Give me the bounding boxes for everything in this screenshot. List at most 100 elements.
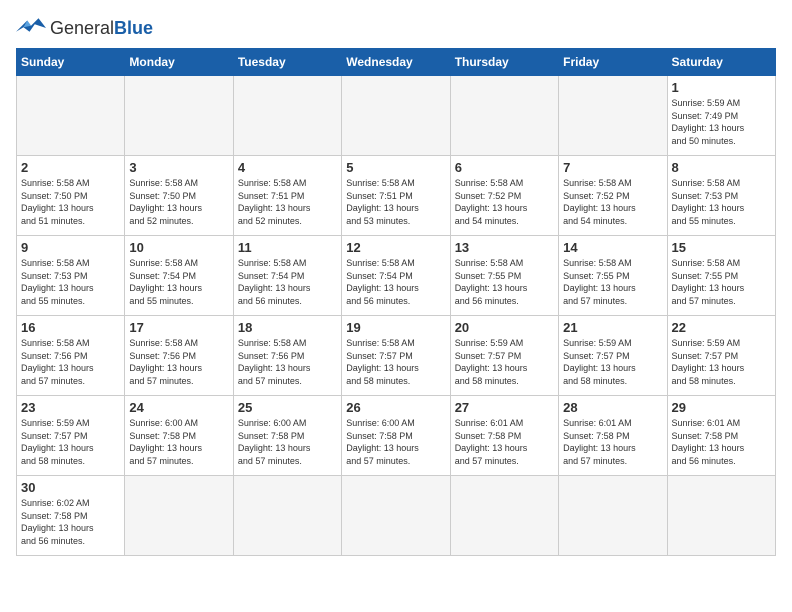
day-number: 26 (346, 400, 445, 415)
day-cell (233, 76, 341, 156)
day-info: Sunrise: 6:00 AM Sunset: 7:58 PM Dayligh… (238, 417, 337, 467)
day-cell: 20Sunrise: 5:59 AM Sunset: 7:57 PM Dayli… (450, 316, 558, 396)
day-info: Sunrise: 5:58 AM Sunset: 7:56 PM Dayligh… (21, 337, 120, 387)
day-cell: 17 Sunrise: 5:58 AM Sunset: 7:56 PM Dayli… (125, 316, 233, 396)
day-info: Sunrise: 5:58 AM Sunset: 7:56 PM Dayligh… (238, 337, 337, 387)
day-number: 5 (346, 160, 445, 175)
day-cell: 11 Sunrise: 5:58 AM Sunset: 7:54 PM Dayli… (233, 236, 341, 316)
day-cell: 29 Sunrise: 6:01 AM Sunset: 7:58 PM Dayli… (667, 396, 775, 476)
day-number: 22 (672, 320, 771, 335)
day-number: 19 (346, 320, 445, 335)
day-header-wednesday: Wednesday (342, 49, 450, 76)
day-cell: 15Sunrise: 5:58 AM Sunset: 7:55 PM Dayli… (667, 236, 775, 316)
day-info: Sunrise: 5:58 AM Sunset: 7:52 PM Dayligh… (455, 177, 554, 227)
day-info: Sunrise: 6:01 AM Sunset: 7:58 PM Dayligh… (563, 417, 662, 467)
day-cell: 21Sunrise: 5:59 AM Sunset: 7:57 PM Dayli… (559, 316, 667, 396)
day-cell (342, 76, 450, 156)
day-cell: 9 Sunrise: 5:58 AM Sunset: 7:53 PM Daylig… (17, 236, 125, 316)
day-cell (667, 476, 775, 556)
day-number: 21 (563, 320, 662, 335)
day-info: Sunrise: 5:58 AM Sunset: 7:54 PM Dayligh… (346, 257, 445, 307)
day-cell (125, 476, 233, 556)
day-cell: 16Sunrise: 5:58 AM Sunset: 7:56 PM Dayli… (17, 316, 125, 396)
day-number: 10 (129, 240, 228, 255)
day-info: Sunrise: 5:58 AM Sunset: 7:56 PM Dayligh… (129, 337, 228, 387)
day-header-sunday: Sunday (17, 49, 125, 76)
day-number: 18 (238, 320, 337, 335)
day-info: Sunrise: 6:00 AM Sunset: 7:58 PM Dayligh… (129, 417, 228, 467)
day-cell: 19Sunrise: 5:58 AM Sunset: 7:57 PM Dayli… (342, 316, 450, 396)
day-cell: 25 Sunrise: 6:00 AM Sunset: 7:58 PM Dayli… (233, 396, 341, 476)
day-cell: 10Sunrise: 5:58 AM Sunset: 7:54 PM Dayli… (125, 236, 233, 316)
day-cell: 14 Sunrise: 5:58 AM Sunset: 7:55 PM Dayli… (559, 236, 667, 316)
day-cell: 18 Sunrise: 5:58 AM Sunset: 7:56 PM Dayli… (233, 316, 341, 396)
day-number: 25 (238, 400, 337, 415)
day-number: 11 (238, 240, 337, 255)
week-row-4: 16Sunrise: 5:58 AM Sunset: 7:56 PM Dayli… (17, 316, 776, 396)
logo-icon (16, 16, 46, 40)
day-number: 23 (21, 400, 120, 415)
day-info: Sunrise: 5:58 AM Sunset: 7:53 PM Dayligh… (672, 177, 771, 227)
day-info: Sunrise: 5:58 AM Sunset: 7:51 PM Dayligh… (238, 177, 337, 227)
day-cell: 22 Sunrise: 5:59 AM Sunset: 7:57 PM Dayli… (667, 316, 775, 396)
day-header-monday: Monday (125, 49, 233, 76)
day-cell: 24Sunrise: 6:00 AM Sunset: 7:58 PM Dayli… (125, 396, 233, 476)
day-number: 30 (21, 480, 120, 495)
week-row-1: 1 Sunrise: 5:59 AM Sunset: 7:49 PM Daylig… (17, 76, 776, 156)
day-info: Sunrise: 5:58 AM Sunset: 7:54 PM Dayligh… (238, 257, 337, 307)
day-cell (342, 476, 450, 556)
day-cell: 30 Sunrise: 6:02 AM Sunset: 7:58 PM Dayli… (17, 476, 125, 556)
day-number: 2 (21, 160, 120, 175)
calendar-body: 1 Sunrise: 5:59 AM Sunset: 7:49 PM Daylig… (17, 76, 776, 556)
day-info: Sunrise: 6:02 AM Sunset: 7:58 PM Dayligh… (21, 497, 120, 547)
calendar-table: SundayMondayTuesdayWednesdayThursdayFrid… (16, 48, 776, 556)
header: GeneralBlue (16, 16, 776, 40)
day-cell: 27 Sunrise: 6:01 AM Sunset: 7:58 PM Dayli… (450, 396, 558, 476)
day-cell (450, 476, 558, 556)
day-info: Sunrise: 5:59 AM Sunset: 7:57 PM Dayligh… (455, 337, 554, 387)
days-header-row: SundayMondayTuesdayWednesdayThursdayFrid… (17, 49, 776, 76)
day-cell: 23Sunrise: 5:59 AM Sunset: 7:57 PM Dayli… (17, 396, 125, 476)
day-cell: 5Sunrise: 5:58 AM Sunset: 7:51 PM Daylig… (342, 156, 450, 236)
day-cell: 7 Sunrise: 5:58 AM Sunset: 7:52 PM Daylig… (559, 156, 667, 236)
day-number: 27 (455, 400, 554, 415)
day-number: 13 (455, 240, 554, 255)
day-number: 7 (563, 160, 662, 175)
day-number: 6 (455, 160, 554, 175)
day-cell (233, 476, 341, 556)
day-info: Sunrise: 5:59 AM Sunset: 7:49 PM Dayligh… (672, 97, 771, 147)
day-cell (17, 76, 125, 156)
day-info: Sunrise: 5:58 AM Sunset: 7:55 PM Dayligh… (563, 257, 662, 307)
day-info: Sunrise: 6:01 AM Sunset: 7:58 PM Dayligh… (455, 417, 554, 467)
day-info: Sunrise: 5:58 AM Sunset: 7:53 PM Dayligh… (21, 257, 120, 307)
day-header-tuesday: Tuesday (233, 49, 341, 76)
day-cell: 28 Sunrise: 6:01 AM Sunset: 7:58 PM Dayli… (559, 396, 667, 476)
day-number: 8 (672, 160, 771, 175)
day-number: 9 (21, 240, 120, 255)
day-cell: 8 Sunrise: 5:58 AM Sunset: 7:53 PM Daylig… (667, 156, 775, 236)
day-number: 29 (672, 400, 771, 415)
week-row-3: 9 Sunrise: 5:58 AM Sunset: 7:53 PM Daylig… (17, 236, 776, 316)
day-cell (450, 76, 558, 156)
day-info: Sunrise: 5:58 AM Sunset: 7:50 PM Dayligh… (21, 177, 120, 227)
day-cell (125, 76, 233, 156)
day-info: Sunrise: 5:59 AM Sunset: 7:57 PM Dayligh… (672, 337, 771, 387)
day-cell: 6 Sunrise: 5:58 AM Sunset: 7:52 PM Daylig… (450, 156, 558, 236)
day-number: 28 (563, 400, 662, 415)
day-cell: 13 Sunrise: 5:58 AM Sunset: 7:55 PM Dayli… (450, 236, 558, 316)
day-cell: 3Sunrise: 5:58 AM Sunset: 7:50 PM Daylig… (125, 156, 233, 236)
day-number: 14 (563, 240, 662, 255)
day-info: Sunrise: 5:58 AM Sunset: 7:52 PM Dayligh… (563, 177, 662, 227)
day-header-friday: Friday (559, 49, 667, 76)
day-number: 1 (672, 80, 771, 95)
day-info: Sunrise: 5:58 AM Sunset: 7:50 PM Dayligh… (129, 177, 228, 227)
day-cell: 12 Sunrise: 5:58 AM Sunset: 7:54 PM Dayli… (342, 236, 450, 316)
day-number: 17 (129, 320, 228, 335)
day-info: Sunrise: 6:01 AM Sunset: 7:58 PM Dayligh… (672, 417, 771, 467)
logo-text: GeneralBlue (50, 18, 153, 39)
day-number: 4 (238, 160, 337, 175)
day-info: Sunrise: 5:58 AM Sunset: 7:55 PM Dayligh… (455, 257, 554, 307)
day-number: 12 (346, 240, 445, 255)
logo: GeneralBlue (16, 16, 153, 40)
day-cell: 2 Sunrise: 5:58 AM Sunset: 7:50 PM Daylig… (17, 156, 125, 236)
